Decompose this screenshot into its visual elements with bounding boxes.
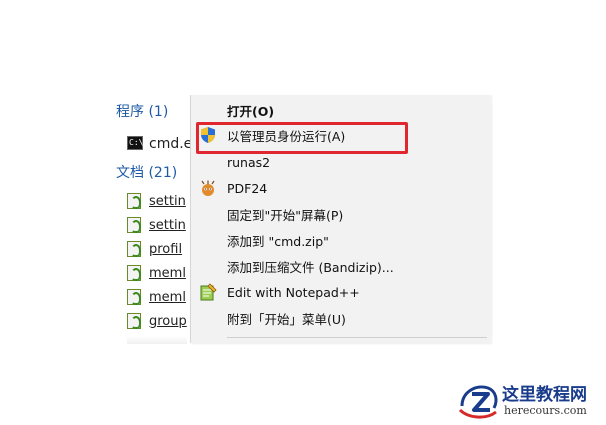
watermark-title: 这里教程网 (502, 385, 587, 405)
highlight-annotation-box (196, 122, 408, 154)
result-name: group (149, 313, 187, 329)
script-icon (127, 241, 143, 257)
pdf24-icon (199, 179, 217, 197)
list-fade-edge (127, 336, 187, 344)
document-result[interactable]: group (127, 311, 197, 331)
menu-item-edit-with-notepad[interactable]: Edit with Notepad++ (191, 280, 491, 304)
menu-item-pdf24[interactable]: PDF24 (191, 176, 491, 200)
menu-item-open[interactable]: 打开(O) (191, 98, 491, 122)
menu-item-label: 固定到"开始"屏幕(P) (227, 207, 344, 223)
result-name: meml (149, 289, 186, 305)
menu-item-label: 打开(O) (227, 103, 275, 119)
document-result[interactable]: settin (127, 215, 197, 235)
script-icon (127, 193, 143, 209)
search-results-panel: 程序 (1) C:\ cmd.e 文档 (21) settin settin p… (0, 0, 194, 345)
menu-item-add-to-zip[interactable]: 添加到 "cmd.zip" (191, 228, 491, 252)
documents-section-header: 文档 (21) (116, 165, 178, 181)
program-result-cmd[interactable]: C:\ cmd.e (127, 134, 197, 154)
result-name: meml (149, 265, 186, 281)
programs-section-header: 程序 (1) (116, 104, 169, 120)
cmd-icon: C:\ (127, 136, 143, 152)
menu-item-label: 附到「开始」菜单(U) (227, 311, 346, 327)
script-icon (127, 313, 143, 329)
result-name: profil (149, 241, 183, 257)
menu-item-label: Edit with Notepad++ (227, 284, 360, 300)
site-watermark: 这里教程网 herecours.com (458, 378, 604, 422)
notepad-plus-plus-icon (199, 283, 217, 301)
menu-item-pin-to-start-menu[interactable]: 附到「开始」菜单(U) (191, 306, 491, 330)
result-name: settin (149, 193, 186, 209)
menu-item-label: 添加到压缩文件 (Bandizip)... (227, 259, 394, 275)
result-name: cmd.e (149, 136, 193, 152)
menu-item-label: runas2 (227, 154, 271, 170)
menu-item-add-to-archive-bandizip[interactable]: 添加到压缩文件 (Bandizip)... (191, 254, 491, 278)
document-result[interactable]: meml (127, 263, 197, 283)
site-logo-icon (458, 380, 500, 420)
menu-separator (227, 337, 487, 338)
result-name: settin (149, 217, 186, 233)
menu-item-label: PDF24 (227, 180, 268, 196)
document-result[interactable]: meml (127, 287, 197, 307)
script-icon (127, 265, 143, 281)
document-result[interactable]: settin (127, 191, 197, 211)
script-icon (127, 217, 143, 233)
watermark-url: herecours.com (504, 404, 587, 417)
menu-item-pin-to-start-screen[interactable]: 固定到"开始"屏幕(P) (191, 202, 491, 226)
document-result[interactable]: profil (127, 239, 197, 259)
script-icon (127, 289, 143, 305)
menu-item-label: 添加到 "cmd.zip" (227, 233, 329, 249)
